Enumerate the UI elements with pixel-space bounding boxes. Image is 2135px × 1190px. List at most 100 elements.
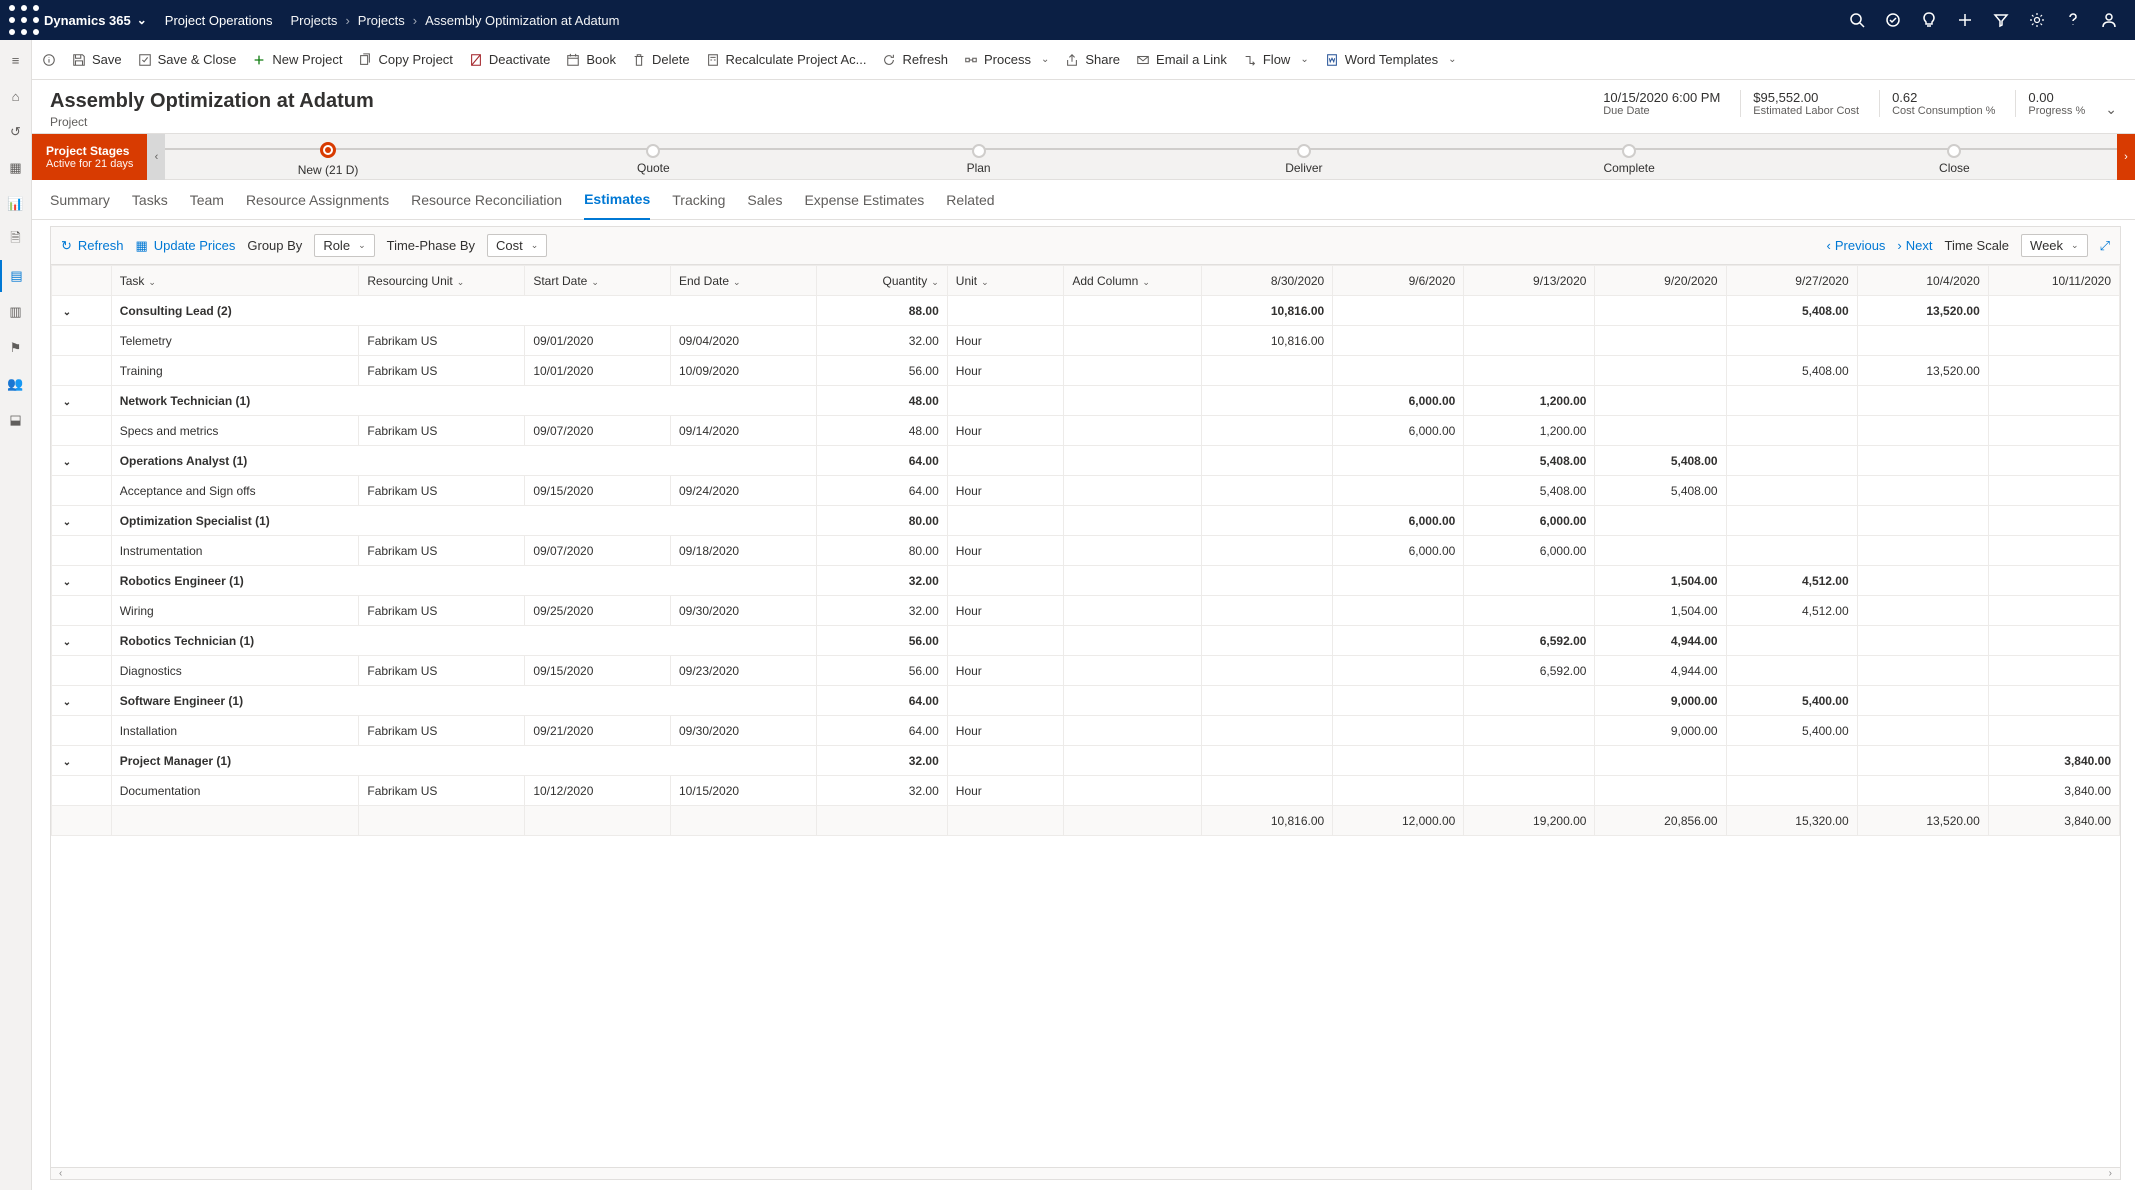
tab-estimates[interactable]: Estimates — [584, 180, 650, 220]
chevron-down-icon[interactable]: ⌄ — [60, 697, 74, 708]
rail-home-icon[interactable]: ⌂ — [0, 80, 32, 112]
expand-header-icon[interactable]: ⌄ — [2105, 101, 2117, 118]
tab-tasks[interactable]: Tasks — [132, 180, 168, 220]
column-header-period[interactable]: 9/27/2020 — [1726, 266, 1857, 296]
process-button[interactable]: Process⌄ — [964, 52, 1049, 67]
next-button[interactable]: › Next — [1897, 238, 1932, 253]
chevron-down-icon[interactable]: ⌄ — [60, 637, 74, 648]
table-row[interactable]: DiagnosticsFabrikam US09/15/202009/23/20… — [52, 656, 2120, 686]
column-header[interactable]: Quantity⌄ — [816, 266, 947, 296]
breadcrumb-item[interactable]: Projects — [358, 13, 405, 28]
tab-summary[interactable]: Summary — [50, 180, 110, 220]
delete-button[interactable]: Delete — [632, 52, 690, 67]
table-row[interactable]: TrainingFabrikam US10/01/202010/09/20205… — [52, 356, 2120, 386]
rail-doc-icon[interactable]: 🗎 — [0, 224, 32, 256]
task-icon[interactable] — [1875, 4, 1911, 36]
rail-recent-icon[interactable]: ↺ — [0, 116, 32, 148]
column-header[interactable]: Task⌄ — [111, 266, 359, 296]
time-scale-select[interactable]: Week⌄ — [2021, 234, 2088, 257]
stage-item[interactable]: Complete — [1467, 140, 1792, 175]
info-icon[interactable] — [42, 53, 56, 67]
flow-button[interactable]: Flow⌄ — [1243, 52, 1309, 67]
column-header[interactable]: End Date⌄ — [671, 266, 817, 296]
table-row[interactable]: InstrumentationFabrikam US09/07/202009/1… — [52, 536, 2120, 566]
group-row[interactable]: ⌄Consulting Lead (2)88.0010,816.005,408.… — [52, 296, 2120, 326]
breadcrumb-item[interactable]: Assembly Optimization at Adatum — [425, 13, 619, 28]
column-header-period[interactable]: 10/4/2020 — [1857, 266, 1988, 296]
brand-link[interactable]: Dynamics 365 — [44, 13, 147, 28]
tab-team[interactable]: Team — [190, 180, 224, 220]
column-header-period[interactable]: 9/13/2020 — [1464, 266, 1595, 296]
new-project-button[interactable]: New Project — [252, 52, 342, 67]
rail-entity-icon[interactable]: ▤ — [0, 260, 32, 292]
idea-icon[interactable] — [1911, 4, 1947, 36]
chevron-down-icon[interactable]: ⌄ — [60, 457, 74, 468]
column-header-period[interactable]: 9/20/2020 — [1595, 266, 1726, 296]
tab-resource-assignments[interactable]: Resource Assignments — [246, 180, 389, 220]
help-icon[interactable] — [2055, 4, 2091, 36]
profile-icon[interactable] — [2091, 4, 2127, 36]
column-header-period[interactable]: 8/30/2020 — [1202, 266, 1333, 296]
save-close-button[interactable]: Save & Close — [138, 52, 237, 67]
time-phase-select[interactable]: Cost⌄ — [487, 234, 547, 257]
table-row[interactable]: WiringFabrikam US09/25/202009/30/202032.… — [52, 596, 2120, 626]
email-link-button[interactable]: Email a Link — [1136, 52, 1227, 67]
expand-grid-icon[interactable]: ⤢ — [2100, 238, 2110, 254]
column-header-period[interactable]: 10/11/2020 — [1988, 266, 2119, 296]
group-row[interactable]: ⌄Robotics Technician (1)56.006,592.004,9… — [52, 626, 2120, 656]
stage-prev-button[interactable]: ‹ — [147, 134, 165, 180]
filter-icon[interactable] — [1983, 4, 2019, 36]
group-row[interactable]: ⌄Operations Analyst (1)64.005,408.005,40… — [52, 446, 2120, 476]
tab-resource-reconciliation[interactable]: Resource Reconciliation — [411, 180, 562, 220]
stage-item[interactable]: Close — [1792, 140, 2117, 175]
column-header[interactable]: Add Column⌄ — [1064, 266, 1202, 296]
estimates-grid[interactable]: Task⌄Resourcing Unit⌄Start Date⌄End Date… — [51, 265, 2120, 836]
tab-tracking[interactable]: Tracking — [672, 180, 725, 220]
previous-button[interactable]: ‹ Previous — [1827, 238, 1886, 253]
chevron-down-icon[interactable]: ⌄ — [60, 307, 74, 318]
stage-item[interactable]: New (21 D) — [165, 140, 490, 177]
stage-next-button[interactable]: › — [2117, 134, 2135, 180]
settings-icon[interactable] — [2019, 4, 2055, 36]
table-row[interactable]: TelemetryFabrikam US09/01/202009/04/2020… — [52, 326, 2120, 356]
breadcrumb-item[interactable]: Projects — [290, 13, 337, 28]
tab-sales[interactable]: Sales — [747, 180, 782, 220]
column-header[interactable]: Unit⌄ — [947, 266, 1064, 296]
book-button[interactable]: Book — [566, 52, 616, 67]
rail-schedule-icon[interactable]: ▥ — [0, 296, 32, 328]
deactivate-button[interactable]: Deactivate — [469, 52, 550, 67]
column-header[interactable]: Start Date⌄ — [525, 266, 671, 296]
refresh-button[interactable]: Refresh — [882, 52, 948, 67]
chevron-down-icon[interactable]: ⌄ — [60, 577, 74, 588]
table-row[interactable]: Acceptance and Sign offsFabrikam US09/15… — [52, 476, 2120, 506]
table-row[interactable]: DocumentationFabrikam US10/12/202010/15/… — [52, 776, 2120, 806]
chevron-down-icon[interactable]: ⌄ — [60, 397, 74, 408]
chevron-down-icon[interactable]: ⌄ — [60, 757, 74, 768]
table-row[interactable]: Specs and metricsFabrikam US09/07/202009… — [52, 416, 2120, 446]
column-header[interactable] — [52, 266, 112, 296]
word-templates-button[interactable]: Word Templates⌄ — [1325, 52, 1457, 67]
update-prices-button[interactable]: ▦ Update Prices — [135, 238, 235, 254]
grid-refresh-button[interactable]: ↻ Refresh — [61, 238, 123, 254]
tab-expense-estimates[interactable]: Expense Estimates — [804, 180, 924, 220]
group-row[interactable]: ⌄Software Engineer (1)64.009,000.005,400… — [52, 686, 2120, 716]
share-button[interactable]: Share — [1065, 52, 1120, 67]
stage-item[interactable]: Deliver — [1141, 140, 1466, 175]
rail-people-icon[interactable]: 👥 — [0, 368, 32, 400]
stage-item[interactable]: Plan — [816, 140, 1141, 175]
column-header-period[interactable]: 9/6/2020 — [1333, 266, 1464, 296]
group-by-select[interactable]: Role⌄ — [314, 234, 374, 257]
copy-project-button[interactable]: Copy Project — [358, 52, 452, 67]
recalc-button[interactable]: Recalculate Project Ac... — [706, 52, 867, 67]
search-icon[interactable] — [1839, 4, 1875, 36]
chevron-down-icon[interactable]: ⌄ — [60, 517, 74, 528]
group-row[interactable]: ⌄Network Technician (1)48.006,000.001,20… — [52, 386, 2120, 416]
group-row[interactable]: ⌄Optimization Specialist (1)80.006,000.0… — [52, 506, 2120, 536]
save-button[interactable]: Save — [72, 52, 122, 67]
group-row[interactable]: ⌄Robotics Engineer (1)32.001,504.004,512… — [52, 566, 2120, 596]
rail-hamburger-icon[interactable]: ≡ — [0, 44, 32, 76]
add-icon[interactable] — [1947, 4, 1983, 36]
tab-related[interactable]: Related — [946, 180, 994, 220]
rail-calendar-icon[interactable]: ▦ — [0, 152, 32, 184]
rail-chart-icon[interactable]: 📊 — [0, 188, 32, 220]
